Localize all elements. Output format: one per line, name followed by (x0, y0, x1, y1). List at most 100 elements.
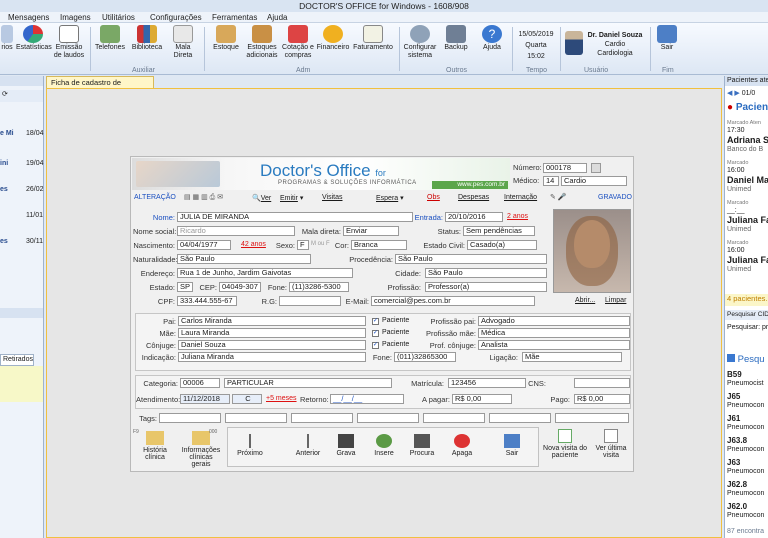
prof-mae-field[interactable]: Médica (478, 328, 630, 338)
info-clinicas-button[interactable]: 000 Informações clínicas gerais (179, 429, 223, 468)
date-nav[interactable]: ◀ ▶ 01/0 (727, 89, 755, 97)
finance-button[interactable]: Financeiro (315, 25, 351, 52)
endereco-field[interactable]: Rua 1 de Junho, Jardim Gaivotas (177, 268, 353, 278)
apagar-field[interactable]: R$ 0,00 (452, 394, 512, 404)
library-button[interactable]: Biblioteca (129, 25, 165, 52)
conjuge-paciente-checkbox[interactable]: ✓ (372, 342, 379, 349)
entrada-anos[interactable]: 2 anos (507, 213, 528, 220)
profissao-select[interactable]: Professor(a) (425, 282, 547, 292)
cid-code[interactable]: J63 (727, 458, 740, 467)
tag-field[interactable] (423, 413, 485, 423)
retorno-field[interactable]: __/__/__ (330, 394, 404, 404)
procura-button[interactable]: Procura (404, 434, 440, 457)
menu-mensagens[interactable]: Mensagens (8, 12, 49, 23)
procedencia-field[interactable]: São Paulo (395, 254, 547, 264)
anterior-button[interactable]: Anterior (288, 434, 328, 457)
print-icon[interactable]: ▤ ▦ ▥ ⎙ ✉ (184, 193, 223, 202)
limpar-button[interactable]: Limpar (605, 297, 626, 304)
nome-field[interactable]: JULIA DE MIRANDA (177, 212, 413, 222)
menu-ferramentas[interactable]: Ferramentas (212, 12, 257, 23)
mae-field[interactable]: Laura Miranda (178, 328, 366, 338)
obs-button[interactable]: Obs (427, 194, 440, 201)
cep-field[interactable]: 04049-307 (219, 282, 261, 292)
tab-retirados[interactable]: Retirados (0, 354, 34, 366)
tag-field[interactable] (291, 413, 353, 423)
cid-code[interactable]: J63.8 (727, 436, 747, 445)
cid-code[interactable]: J62.8 (727, 480, 747, 489)
menu-utilitarios[interactable]: Utilitários (102, 12, 135, 23)
espera-button[interactable]: Espera ▾ (376, 194, 404, 202)
prev-day-icon[interactable]: ◀ (727, 90, 732, 97)
user-panel[interactable]: Dr. Daniel Souza Cardio Cardiologia (584, 31, 646, 58)
categoria-code-field[interactable]: 00006 (180, 378, 220, 388)
exit-button[interactable]: Sair (654, 25, 680, 52)
menu-imagens[interactable]: Imagens (60, 12, 91, 23)
entrada-field[interactable]: 20/10/2016 (445, 212, 503, 222)
cid-code[interactable]: B59 (727, 370, 742, 379)
patient-name[interactable]: Juliana Fa (727, 255, 768, 265)
patient-name[interactable]: Juliana Fa (727, 215, 768, 225)
emitir-button[interactable]: Emitir ▾ (280, 194, 303, 202)
menu-ajuda[interactable]: Ajuda (267, 12, 287, 23)
tag-field[interactable] (357, 413, 419, 423)
sexo-field[interactable]: F (297, 240, 309, 250)
mail-button[interactable]: Mala Direta (167, 25, 199, 60)
patient-name[interactable]: Adriana S (727, 135, 768, 145)
tag-field[interactable] (489, 413, 551, 423)
matricula-field[interactable]: 123456 (448, 378, 526, 388)
configure-button[interactable]: Configurar sistema (402, 25, 438, 60)
cid-code[interactable]: J61 (727, 414, 740, 423)
tag-field[interactable] (555, 413, 629, 423)
conjuge-field[interactable]: Daniel Souza (178, 340, 366, 350)
ver-button[interactable]: 🔍Ver (252, 194, 271, 202)
help-button[interactable]: ? Ajuda (476, 25, 508, 52)
estado-civil-select[interactable]: Casado(a) (467, 240, 537, 250)
extra-stock-button[interactable]: Estoques adicionais (244, 25, 280, 60)
proximo-button[interactable]: Próximo (230, 434, 270, 457)
insere-button[interactable]: Insere (366, 434, 402, 457)
left-item-name[interactable]: es (0, 186, 8, 193)
cid-search-input[interactable]: pr (762, 324, 768, 331)
pai-paciente-checkbox[interactable]: ✓ (372, 318, 379, 325)
cidade-field[interactable]: São Paulo (425, 268, 547, 278)
reports-button[interactable]: rios (0, 25, 14, 52)
historia-clinica-button[interactable]: F9 História clínica (133, 429, 177, 461)
next-day-icon[interactable]: ▶ (734, 90, 739, 97)
grava-button[interactable]: Grava (328, 434, 364, 457)
cid-code[interactable]: J65 (727, 392, 740, 401)
billing-button[interactable]: Faturamento (351, 25, 395, 52)
naturalidade-field[interactable]: São Paulo (177, 254, 311, 264)
visitas-button[interactable]: Visitas (322, 194, 343, 201)
statistics-button[interactable]: Estatísticas (16, 25, 52, 52)
nascimento-field[interactable]: 04/04/1977 (177, 240, 231, 250)
tag-field[interactable] (159, 413, 221, 423)
mala-select[interactable]: Enviar (343, 226, 399, 236)
phones-button[interactable]: Telefones (93, 25, 127, 52)
menu-configuracoes[interactable]: Configurações (150, 12, 202, 23)
pago-field[interactable]: R$ 0,00 (574, 394, 630, 404)
estado-field[interactable]: SP (177, 282, 193, 292)
fone-field[interactable]: (11)3286-5300 (289, 282, 349, 292)
prof-pai-field[interactable]: Advogado (478, 316, 630, 326)
cpf-field[interactable]: 333.444.555-67 (177, 296, 237, 306)
ligacao-select[interactable]: Mãe (522, 352, 622, 362)
prof-conjuge-field[interactable]: Analista (478, 340, 630, 350)
backup-button[interactable]: Backup (440, 25, 472, 52)
categoria-field[interactable]: PARTICULAR (224, 378, 392, 388)
stock-button[interactable]: Estoque (208, 25, 244, 52)
mae-paciente-checkbox[interactable]: ✓ (372, 330, 379, 337)
patient-photo[interactable] (553, 209, 631, 293)
nome-social-field[interactable]: Ricardo (177, 226, 295, 236)
email-field[interactable]: comercial@pes.com.br (371, 296, 535, 306)
cid-code[interactable]: J62.0 (727, 502, 747, 511)
reports-emission-button[interactable]: Emissão de laudos (52, 25, 86, 60)
internacao-button[interactable]: Internação (504, 194, 537, 201)
rg-field[interactable] (279, 296, 341, 306)
ultima-visita-button[interactable]: Ver última visita (589, 429, 633, 459)
tag-field[interactable] (225, 413, 287, 423)
abrir-button[interactable]: Abrir... (575, 297, 595, 304)
purchases-button[interactable]: Cotação e compras (281, 25, 315, 60)
document-tab[interactable]: Ficha de cadastro de pacientes (46, 76, 154, 98)
pai-field[interactable]: Carlos Miranda (178, 316, 366, 326)
cor-select[interactable]: Branca (351, 240, 407, 250)
